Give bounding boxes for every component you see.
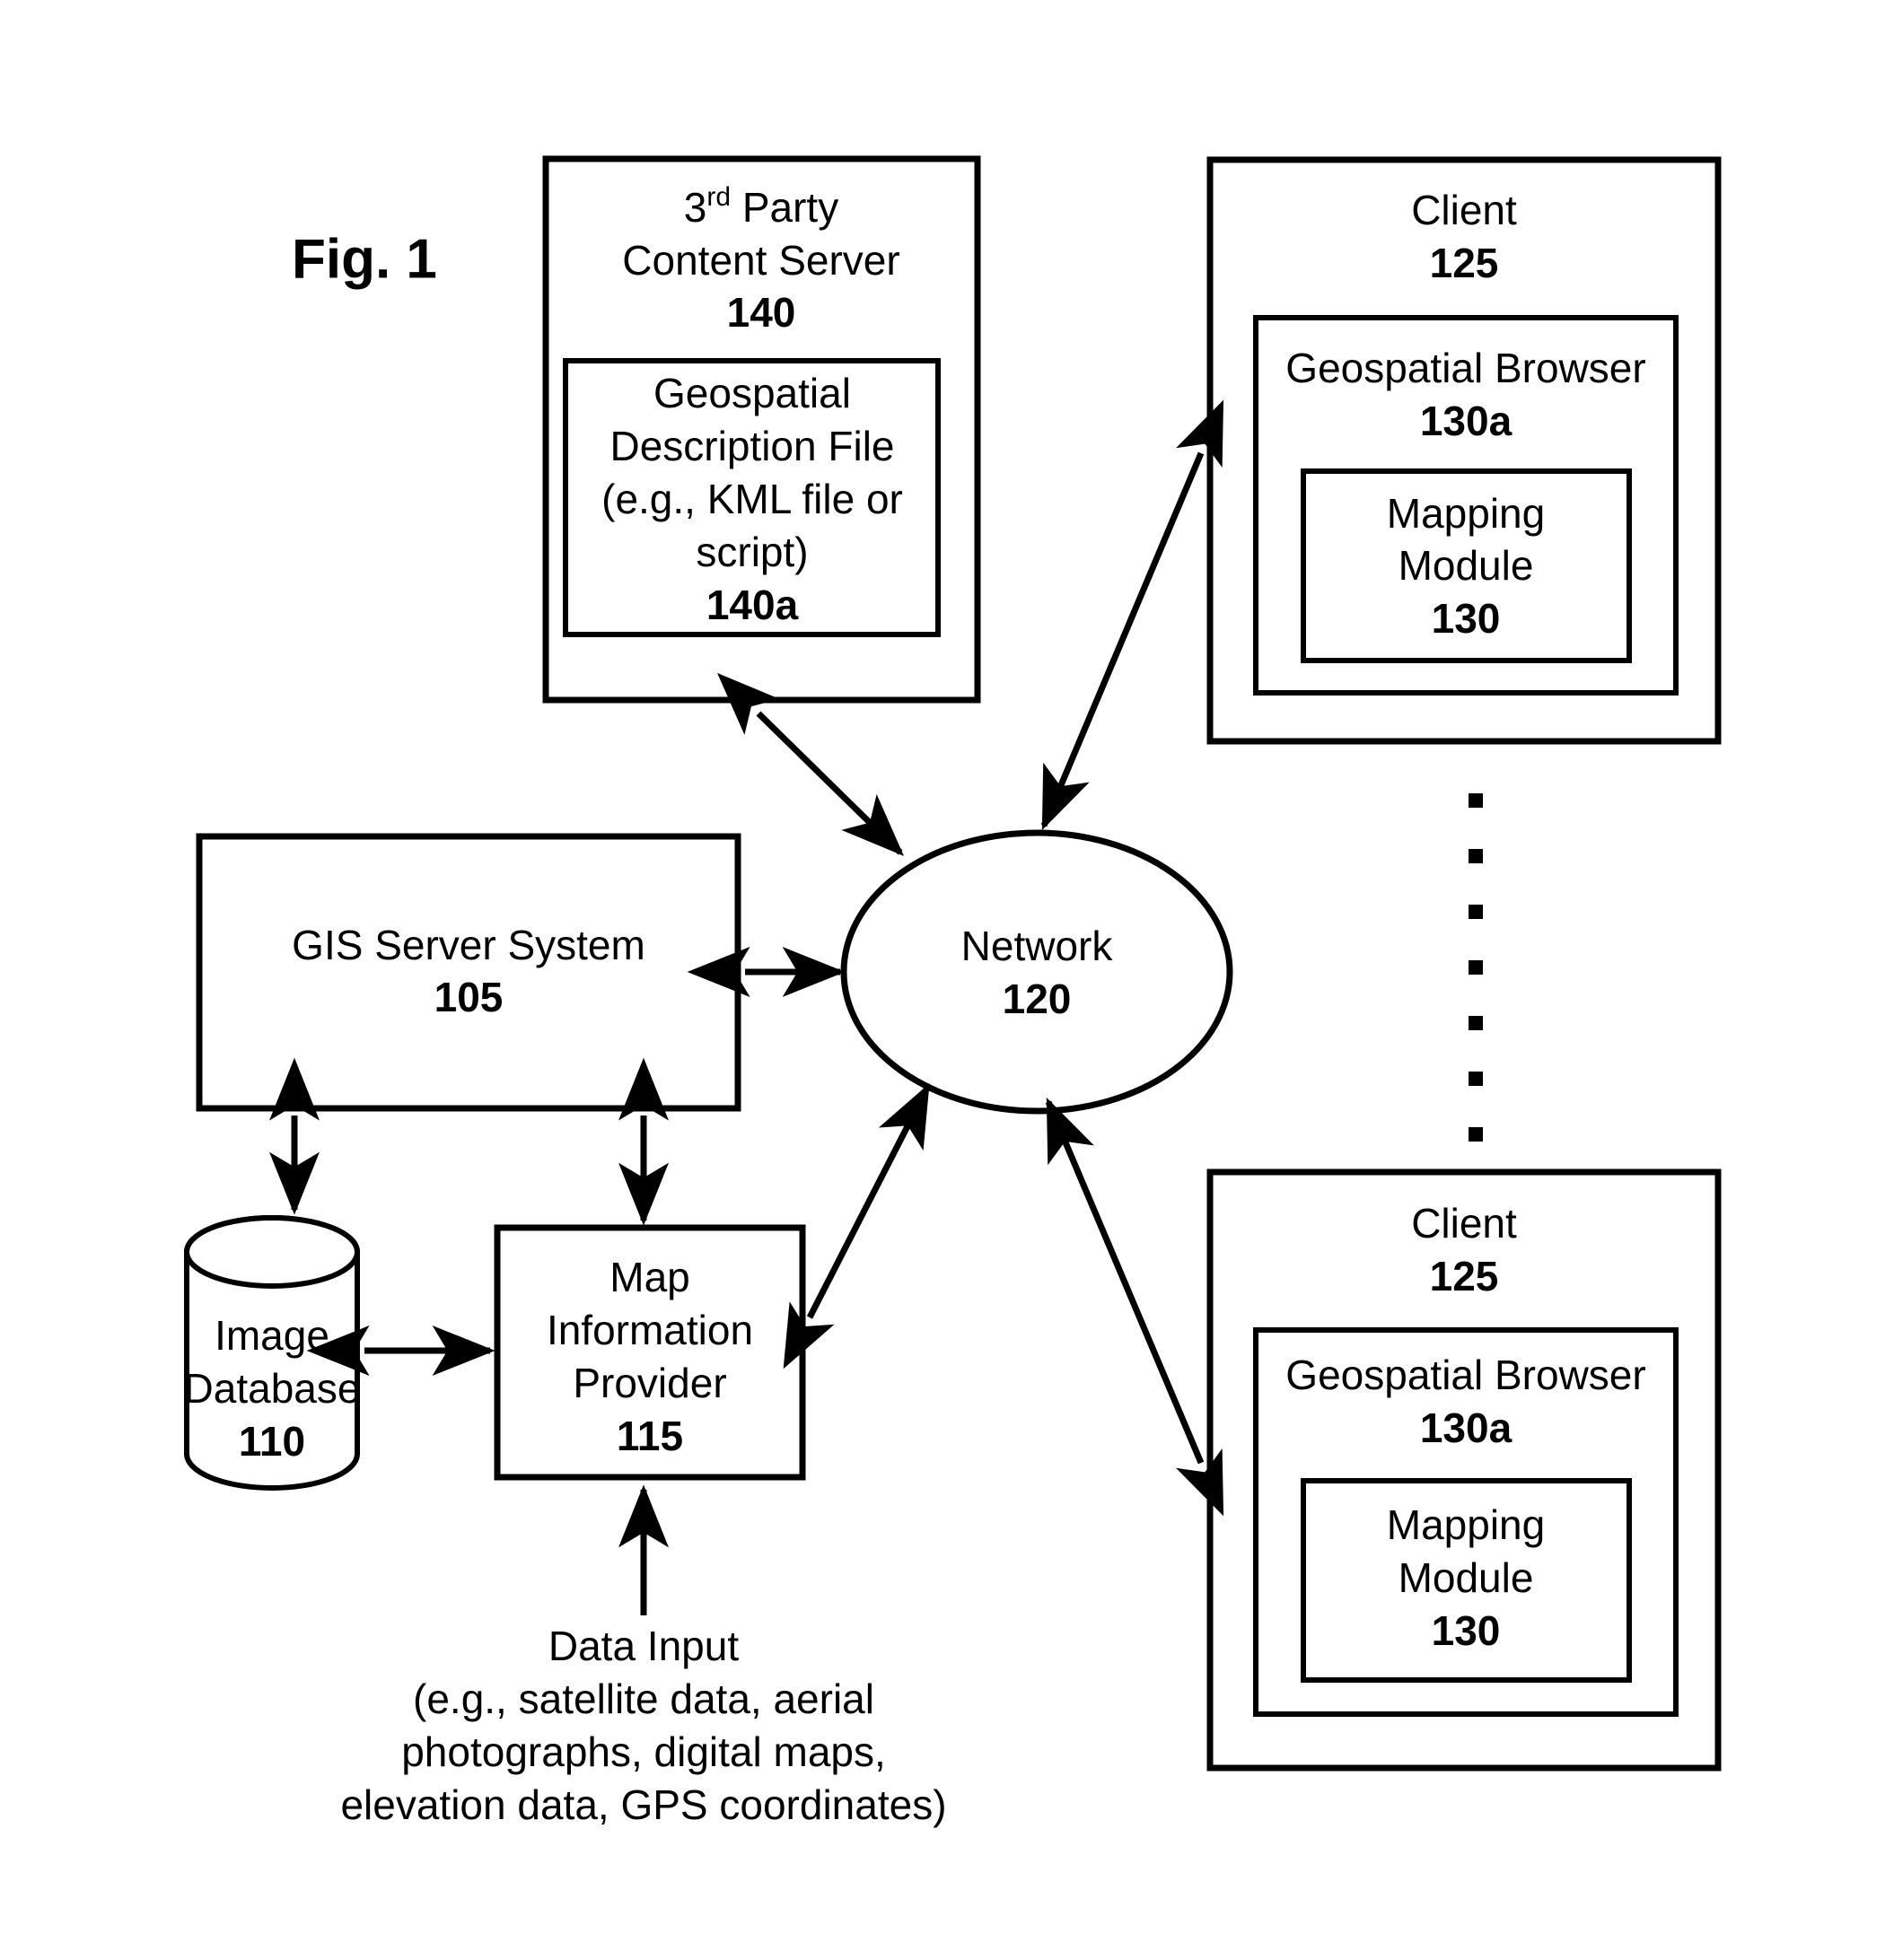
data-input-line3: photographs, digital maps, [401, 1728, 886, 1775]
mapping-module-top-ref: 130 [1432, 595, 1501, 642]
gis-server-box [196, 833, 741, 1112]
network-ellipse [840, 829, 1233, 1115]
description-file-ref: 140a [706, 582, 799, 628]
ellipsis-dot [1469, 1072, 1483, 1086]
ellipsis-dot [1469, 793, 1483, 808]
connector-map-info-provider-network [783, 1083, 931, 1369]
content-server-ref: 140 [727, 289, 796, 336]
ellipsis-dot [1469, 1016, 1483, 1030]
network-ref: 120 [1003, 976, 1072, 1022]
client-top-ref: 125 [1430, 240, 1499, 286]
client-bottom-title: Client [1411, 1200, 1517, 1247]
ellipsis-dot [1469, 960, 1483, 975]
description-file-line2: Description File [610, 423, 895, 469]
data-input-line4: elevation data, GPS coordinates) [340, 1781, 946, 1828]
connector-network-client-top [1040, 399, 1224, 831]
geospatial-browser-bottom-ref: 130a [1420, 1404, 1513, 1451]
client-ellipsis [1469, 793, 1483, 1142]
geospatial-browser-bottom-title: Geospatial Browser [1285, 1352, 1645, 1398]
client-top-title: Client [1411, 187, 1517, 233]
gis-server-title: GIS Server System [292, 922, 645, 968]
image-database-line2: Database [184, 1365, 361, 1412]
data-input-line2: (e.g., satellite data, aerial [413, 1676, 874, 1722]
image-database-line1: Image [215, 1312, 329, 1359]
image-database-cylinder-top [184, 1215, 360, 1289]
content-server-title-line2: Content Server [622, 237, 899, 284]
network-title: Network [961, 923, 1114, 969]
data-input-line1: Data Input [548, 1623, 739, 1669]
map-info-provider-line1: Map [609, 1254, 689, 1300]
description-file-line4: script) [696, 529, 808, 575]
ellipsis-dot [1469, 1127, 1483, 1142]
geospatial-browser-top-ref: 130a [1420, 398, 1513, 444]
mapping-module-bottom-ref: 130 [1432, 1607, 1501, 1654]
connector-network-client-bottom [1045, 1097, 1224, 1517]
image-database-ref: 110 [239, 1418, 305, 1465]
block-diagram: 3rd Party Content Server 140 Geospatial … [184, 155, 1722, 1828]
figure-title: Fig. 1 [292, 228, 437, 290]
geospatial-browser-top-title: Geospatial Browser [1285, 345, 1645, 391]
mapping-module-top-line1: Mapping [1387, 490, 1545, 537]
ellipsis-dot [1469, 905, 1483, 919]
map-info-provider-line3: Provider [573, 1360, 726, 1406]
figure-canvas: 3rd Party Content Server 140 Geospatial … [0, 0, 1894, 1960]
mapping-module-top-line2: Module [1399, 542, 1534, 589]
ellipsis-dot [1469, 849, 1483, 863]
description-file-line3: (e.g., KML file or [601, 476, 903, 522]
mapping-module-bottom-line2: Module [1399, 1554, 1534, 1601]
connector-content-server-network [717, 672, 904, 856]
map-info-provider-line2: Information [547, 1307, 753, 1353]
description-file-line1: Geospatial [653, 370, 851, 416]
mapping-module-bottom-line1: Mapping [1387, 1501, 1545, 1548]
map-info-provider-ref: 115 [617, 1413, 683, 1459]
gis-server-ref: 105 [434, 974, 504, 1020]
client-bottom-ref: 125 [1430, 1253, 1499, 1299]
